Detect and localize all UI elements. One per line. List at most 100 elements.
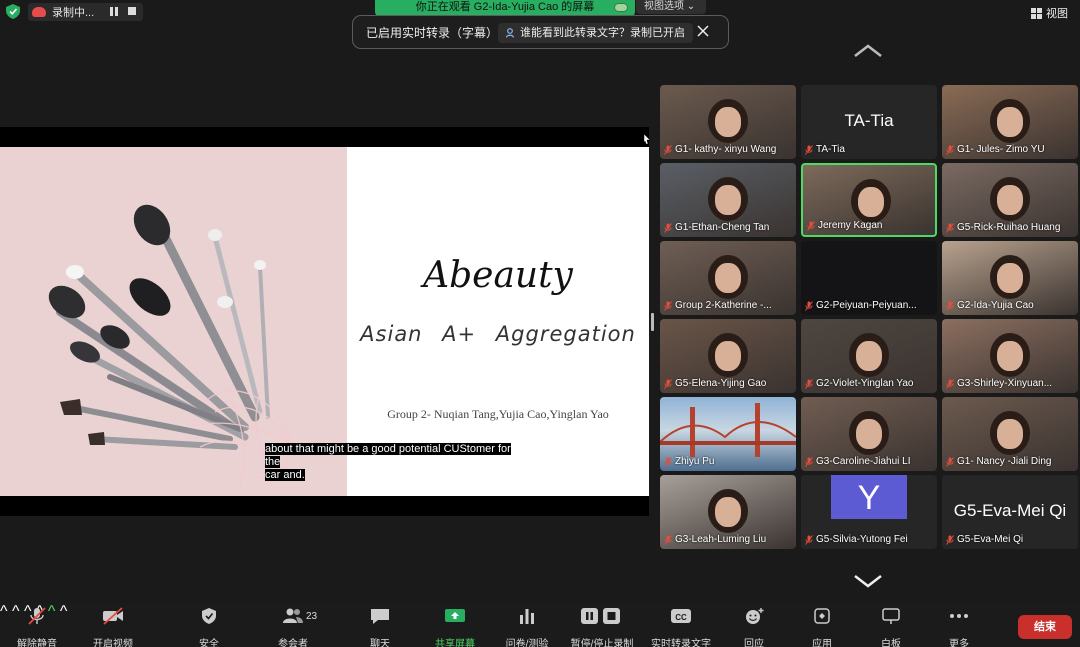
security-shield-icon: [6, 4, 20, 19]
pause-stop-recording-label: 暂停/停止录制: [570, 639, 634, 647]
caption-line: the: [265, 456, 281, 468]
slide-subtitle: Asian A+ Aggregation: [360, 322, 636, 346]
participant-name: Jeremy Kagan: [807, 220, 882, 231]
share-screen-button[interactable]: 共享屏幕: [420, 607, 490, 647]
participant-tile[interactable]: Y G5-Silvia-Yutong Fei: [801, 475, 937, 549]
participant-tile[interactable]: G1- Jules- Zimo YU: [942, 85, 1078, 159]
meeting-toolbar: 解除静音 ^ 开启视频 ^ 安全 参会者 23 ^ 聊天 共享屏幕 ^ 问卷/测…: [0, 603, 1080, 647]
participant-name: G5-Rick-Ruihao Huang: [946, 222, 1060, 233]
whiteboard-label: 白板: [881, 639, 901, 647]
participant-name-text: G1- kathy- xinyu Wang: [675, 144, 777, 155]
participant-tile[interactable]: G1-Ethan-Cheng Tan: [660, 163, 796, 237]
participant-tile[interactable]: G3-Caroline-Jiahui LI: [801, 397, 937, 471]
muted-mic-icon: [946, 144, 954, 155]
polls-label: 问卷/测验: [505, 639, 549, 647]
muted-mic-icon: [664, 534, 672, 545]
muted-mic-icon: [664, 300, 672, 311]
participant-name: G1- kathy- xinyu Wang: [664, 144, 776, 155]
participant-face: [997, 185, 1023, 215]
participants-button[interactable]: 参会者: [258, 607, 328, 647]
zoom-meeting-window: 录制中... 你正在观看 G2-Ida-Yujia Cao 的屏幕 视图选项 ⌄…: [0, 0, 1080, 647]
chat-button[interactable]: 聊天: [345, 607, 415, 647]
security-button[interactable]: 安全: [174, 607, 244, 647]
more-button[interactable]: 更多: [924, 607, 994, 647]
chevron-down-icon[interactable]: [853, 574, 883, 588]
participant-tile[interactable]: G2-Ida-Yujia Cao: [942, 241, 1078, 315]
participant-name-text: G5-Eva-Mei Qi: [957, 534, 1024, 545]
more-dots-icon: [950, 614, 968, 618]
participant-name: G2-Violet-Yinglan Yao: [805, 378, 913, 389]
resize-handle[interactable]: [651, 313, 654, 331]
security-icon: [202, 608, 216, 624]
participant-name-text: Group 2-Katherine -...: [675, 300, 772, 311]
chevron-up-icon[interactable]: [853, 44, 883, 58]
participant-tile[interactable]: G2-Violet-Yinglan Yao: [801, 319, 937, 393]
participant-face: [858, 187, 884, 217]
participant-name-text: G3-Leah-Luming Liu: [675, 534, 767, 545]
participant-tile[interactable]: TA-Tia TA-Tia: [801, 85, 937, 159]
view-label: 视图: [1046, 8, 1068, 20]
pause-recording-icon[interactable]: [110, 7, 118, 16]
participant-tile[interactable]: Zhiyu Pu: [660, 397, 796, 471]
muted-mic-icon: [664, 144, 672, 155]
bar-chart-icon: [520, 609, 534, 624]
security-label: 安全: [199, 639, 219, 647]
participants-count: 23: [306, 611, 318, 622]
reactions-label: 回应: [744, 639, 764, 647]
participant-tile[interactable]: G5-Rick-Ruihao Huang: [942, 163, 1078, 237]
participant-tile[interactable]: G3-Leah-Luming Liu: [660, 475, 796, 549]
participant-face: [997, 263, 1023, 293]
who-can-see-button[interactable]: 谁能看到此转录文字？录制已开启: [498, 23, 693, 43]
participant-tile[interactable]: G2-Peiyuan-Peiyuan...: [801, 241, 937, 315]
video-off-icon: [103, 607, 123, 625]
cloud-recording-icon: [32, 7, 46, 17]
participant-face: [997, 107, 1023, 137]
share-screen-label: 共享屏幕: [435, 639, 475, 647]
participant-tile[interactable]: Group 2-Katherine -...: [660, 241, 796, 315]
participant-name-text: Zhiyu Pu: [675, 456, 715, 467]
participant-tile[interactable]: G5-Eva-Mei Qi G5-Eva-Mei Qi: [942, 475, 1078, 549]
muted-mic-icon: [664, 456, 672, 467]
end-meeting-button[interactable]: 结束: [1018, 615, 1072, 639]
apps-button[interactable]: 应用: [787, 607, 857, 647]
participant-name-text: G2-Peiyuan-Peiyuan...: [816, 300, 917, 311]
close-icon[interactable]: [696, 24, 710, 38]
participant-name: G2-Peiyuan-Peiyuan...: [805, 300, 917, 311]
participant-name-text: G5-Silvia-Yutong Fei: [816, 534, 908, 545]
participants-icon: [283, 608, 303, 623]
polls-button[interactable]: 问卷/测验: [492, 607, 562, 647]
view-button[interactable]: 视图: [1031, 5, 1068, 21]
pause-stop-recording-button[interactable]: 暂停/停止录制: [567, 607, 637, 647]
participant-face: [715, 107, 741, 137]
participant-name: Zhiyu Pu: [664, 456, 714, 467]
participant-name-text: G1-Ethan-Cheng Tan: [675, 222, 770, 233]
who-can-see-label: 谁能看到此转录文字？录制已开启: [520, 27, 685, 39]
live-transcript-button[interactable]: CC 实时转录文字: [646, 607, 716, 647]
recording-indicator[interactable]: 录制中...: [28, 3, 143, 21]
participant-face: [715, 341, 741, 371]
unmute-label: 解除静音: [17, 639, 57, 647]
participant-tile[interactable]: G5-Elena-Yijing Gao: [660, 319, 796, 393]
live-transcript-label: 实时转录文字: [651, 639, 711, 647]
participant-tile[interactable]: G3-Shirley-Xinyuan...: [942, 319, 1078, 393]
apps-label: 应用: [812, 639, 832, 647]
participant-tile[interactable]: G1- Nancy -Jiali Ding: [942, 397, 1078, 471]
participant-name: G1- Jules- Zimo YU: [946, 144, 1045, 155]
muted-mic-icon: [805, 534, 813, 545]
chat-label: 聊天: [370, 639, 390, 647]
muted-mic-icon: [805, 300, 813, 311]
start-video-button[interactable]: 开启视频: [78, 607, 148, 647]
stop-recording-icon[interactable]: [128, 7, 136, 15]
whiteboard-button[interactable]: 白板: [856, 607, 926, 647]
unmute-button[interactable]: 解除静音: [2, 607, 72, 647]
reactions-button[interactable]: 回应: [719, 607, 789, 647]
participant-tile[interactable]: Jeremy Kagan: [801, 163, 937, 237]
participant-name: G5-Silvia-Yutong Fei: [805, 534, 908, 545]
participant-name-text: G3-Caroline-Jiahui LI: [816, 456, 911, 467]
svg-text:CC: CC: [675, 613, 687, 622]
participant-avatar: Y: [831, 475, 907, 519]
participant-tile[interactable]: G1- kathy- xinyu Wang: [660, 85, 796, 159]
participant-name-text: G3-Shirley-Xinyuan...: [957, 378, 1053, 389]
participant-name-text: TA-Tia: [816, 144, 845, 155]
view-options-button[interactable]: 视图选项 ⌄: [636, 0, 706, 14]
